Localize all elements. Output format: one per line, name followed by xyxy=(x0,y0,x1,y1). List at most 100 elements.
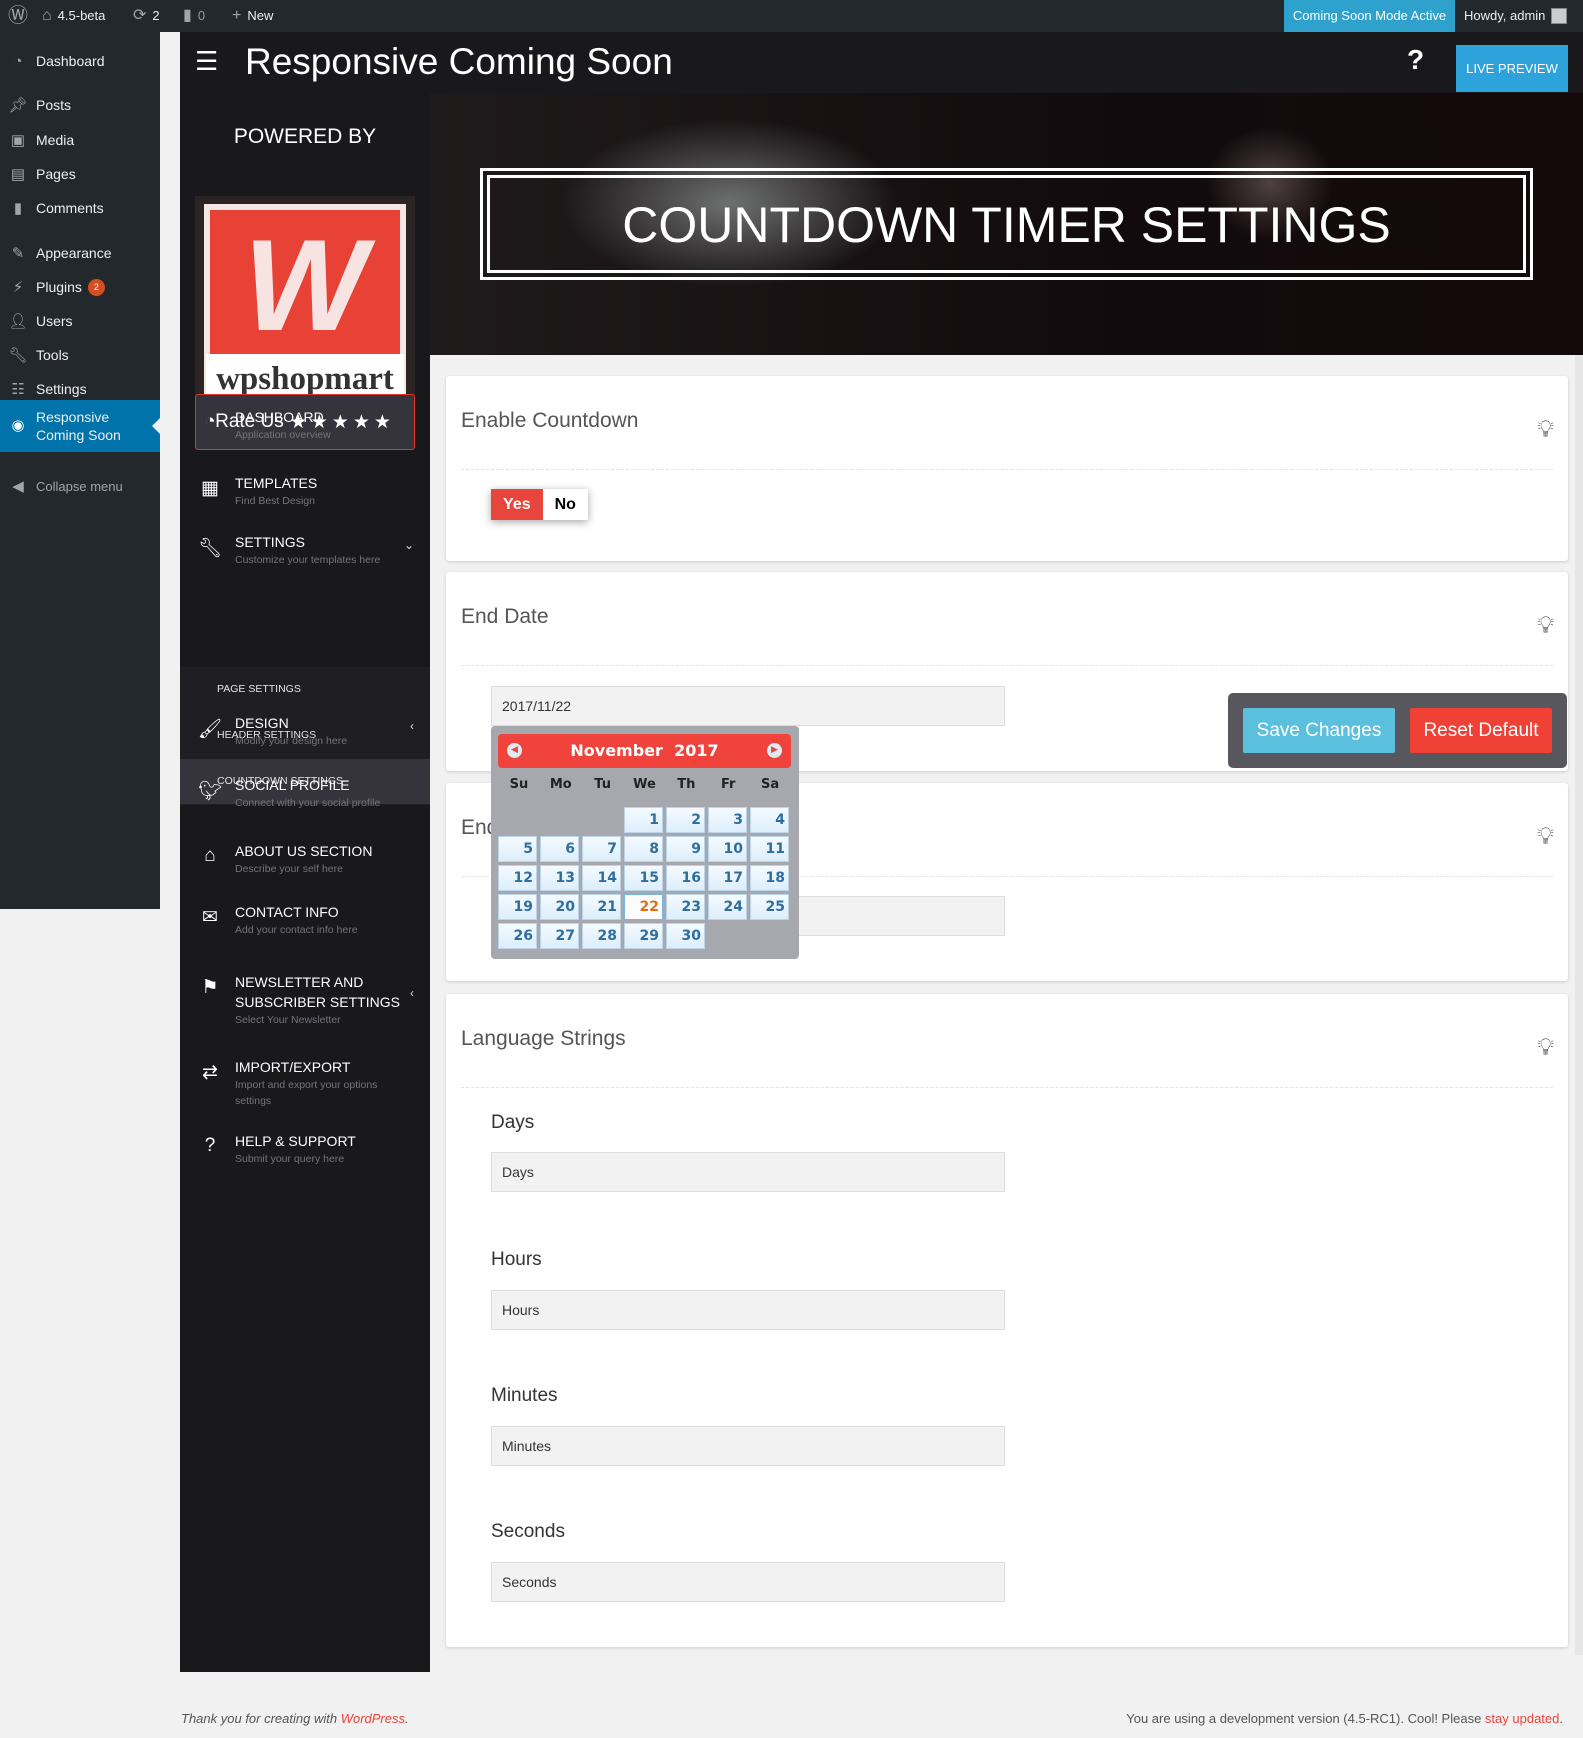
day-cell[interactable]: 9 xyxy=(666,836,705,862)
day-cell[interactable]: 24 xyxy=(708,894,747,920)
next-month-icon[interactable]: ▶ xyxy=(767,743,782,758)
lightbulb-hint-icon[interactable]: 💡︎ xyxy=(1537,416,1554,444)
day-cell[interactable]: 13 xyxy=(540,865,579,891)
weekday-label: We xyxy=(633,777,656,792)
wp-menu-tools[interactable]: 🔧︎ Tools xyxy=(0,338,160,372)
submenu-page-settings[interactable]: PAGE SETTINGS xyxy=(180,667,430,712)
wp-admin-sidebar: ◔ Dashboard 📌︎ Posts ▣ Media ▤ Pages ▮ Comments ✎ A… xyxy=(0,32,160,909)
hours-label: Hours xyxy=(491,1249,542,1270)
wp-menu-label: Tools xyxy=(36,347,69,363)
day-cell[interactable]: 12 xyxy=(498,865,537,891)
day-cell[interactable]: 29 xyxy=(624,923,663,949)
wp-menu-dashboard[interactable]: ◔ Dashboard xyxy=(0,44,160,78)
chevron-icon: ⌄ xyxy=(403,538,414,552)
day-cell[interactable]: 16 xyxy=(666,865,705,891)
wp-menu-users[interactable]: 👤︎ Users xyxy=(0,304,160,338)
minutes-input[interactable] xyxy=(491,1426,1005,1466)
enable-countdown-toggle[interactable]: Yes No xyxy=(491,489,588,520)
brush-icon: 🖌︎ xyxy=(198,719,223,740)
home-icon: ⌂ xyxy=(204,845,216,866)
datepicker: ◀ November 2017 ▶ Su Mo Tu We Th Fr Sa 1234567… xyxy=(491,726,799,959)
question-icon: ? xyxy=(204,1135,216,1156)
day-cell[interactable]: 10 xyxy=(708,836,747,862)
eye-icon: ◉ xyxy=(11,417,25,434)
save-changes-button[interactable]: Save Changes xyxy=(1243,708,1395,753)
day-cell[interactable]: 27 xyxy=(540,923,579,949)
user-icon: 👤︎ xyxy=(8,313,28,330)
day-cell[interactable]: 28 xyxy=(582,923,621,949)
comment-icon: ▮ xyxy=(13,200,23,217)
lightbulb-hint-icon[interactable]: 💡︎ xyxy=(1537,823,1554,851)
section-title: Enable Countdown xyxy=(461,409,639,432)
day-cell[interactable]: 14 xyxy=(582,865,621,891)
day-cell[interactable]: 2 xyxy=(666,807,705,833)
day-cell[interactable]: 21 xyxy=(582,894,621,920)
scrollbar[interactable] xyxy=(1575,355,1583,1655)
datepicker-header: ◀ November 2017 ▶ xyxy=(498,734,791,768)
help-icon[interactable]: ? xyxy=(1407,44,1424,76)
wp-menu-comments[interactable]: ▮ Comments xyxy=(0,191,160,225)
day-cell[interactable]: 23 xyxy=(666,894,705,920)
hamburger-menu-icon[interactable]: ☰ xyxy=(195,46,218,77)
divider xyxy=(461,469,1553,470)
wp-menu-pages[interactable]: ▤ Pages xyxy=(0,157,160,191)
day-cell[interactable]: 22 xyxy=(624,894,663,920)
hours-input[interactable] xyxy=(491,1290,1005,1330)
wp-menu-collapse-menu[interactable]: ◀ Collapse menu xyxy=(0,469,160,503)
new-link[interactable]: + New xyxy=(232,0,273,32)
day-cell[interactable]: 15 xyxy=(624,865,663,891)
toggle-yes[interactable]: Yes xyxy=(491,489,543,520)
seconds-input[interactable] xyxy=(491,1562,1005,1602)
weekday-label: Su xyxy=(509,777,529,792)
year-label: 2017 xyxy=(674,741,719,760)
wp-menu-label: Collapse menu xyxy=(36,478,123,494)
day-cell[interactable]: 17 xyxy=(708,865,747,891)
weekday-label: Tu xyxy=(594,777,611,792)
collapse-icon: ◀ xyxy=(12,478,24,495)
site-link[interactable]: ⌂ 4.5-beta xyxy=(42,0,105,32)
day-cell[interactable]: 20 xyxy=(540,894,579,920)
day-cell[interactable]: 4 xyxy=(750,807,789,833)
comments-link[interactable]: ▮ 0 xyxy=(183,0,205,32)
live-preview-button[interactable]: LIVE PREVIEW xyxy=(1456,45,1568,92)
stay-updated-link[interactable]: stay updated xyxy=(1485,1711,1559,1726)
account-menu[interactable]: Howdy, admin xyxy=(1464,0,1568,32)
pages-icon: ▤ xyxy=(10,166,26,183)
day-cell[interactable]: 26 xyxy=(498,923,537,949)
seconds-label: Seconds xyxy=(491,1521,565,1542)
day-cell[interactable]: 1 xyxy=(624,807,663,833)
page-banner: COUNTDOWN TIMER SETTINGS xyxy=(430,93,1583,355)
wp-menu-responsive-coming-soon[interactable]: ◉ Responsive Coming Soon xyxy=(0,400,160,452)
day-cell[interactable]: 8 xyxy=(624,836,663,862)
day-cell[interactable]: 30 xyxy=(666,923,705,949)
wp-menu-posts[interactable]: 📌︎ Posts xyxy=(0,88,160,122)
wp-menu-media[interactable]: ▣ Media xyxy=(0,123,160,157)
end-date-input[interactable] xyxy=(491,686,1005,726)
wp-menu-plugins[interactable]: ⚡︎ Plugins 2 xyxy=(0,270,160,304)
wordpress-logo-icon[interactable]: Ⓦ xyxy=(8,0,28,32)
coming-soon-active-link[interactable]: Coming Soon Mode Active xyxy=(1284,0,1455,32)
day-cell[interactable]: 11 xyxy=(750,836,789,862)
day-cell[interactable]: 5 xyxy=(498,836,537,862)
wrench-icon: 🔧︎ xyxy=(8,347,28,364)
day-cell[interactable]: 18 xyxy=(750,865,789,891)
wpshopmart-logo[interactable]: Wwpshopmart xyxy=(195,196,415,416)
month-label: November xyxy=(570,741,663,760)
wp-menu-appearance[interactable]: ✎ Appearance xyxy=(0,236,160,270)
prev-month-icon[interactable]: ◀ xyxy=(507,743,522,758)
reset-default-button[interactable]: Reset Default xyxy=(1410,708,1552,753)
day-cell[interactable]: 25 xyxy=(750,894,789,920)
day-cell[interactable]: 19 xyxy=(498,894,537,920)
lightbulb-hint-icon[interactable]: 💡︎ xyxy=(1537,1034,1554,1062)
days-input[interactable] xyxy=(491,1152,1005,1192)
day-cell[interactable]: 7 xyxy=(582,836,621,862)
weekday-label: Th xyxy=(677,777,696,792)
weekday-label: Mo xyxy=(549,777,572,792)
day-cell[interactable]: 3 xyxy=(708,807,747,833)
day-cell[interactable]: 6 xyxy=(540,836,579,862)
updates-link[interactable]: ⟳ 2 xyxy=(133,0,160,32)
lightbulb-hint-icon[interactable]: 💡︎ xyxy=(1537,612,1554,640)
wordpress-link[interactable]: WordPress xyxy=(341,1711,405,1726)
toggle-no[interactable]: No xyxy=(542,489,588,520)
wp-menu-label: Settings xyxy=(36,381,87,397)
